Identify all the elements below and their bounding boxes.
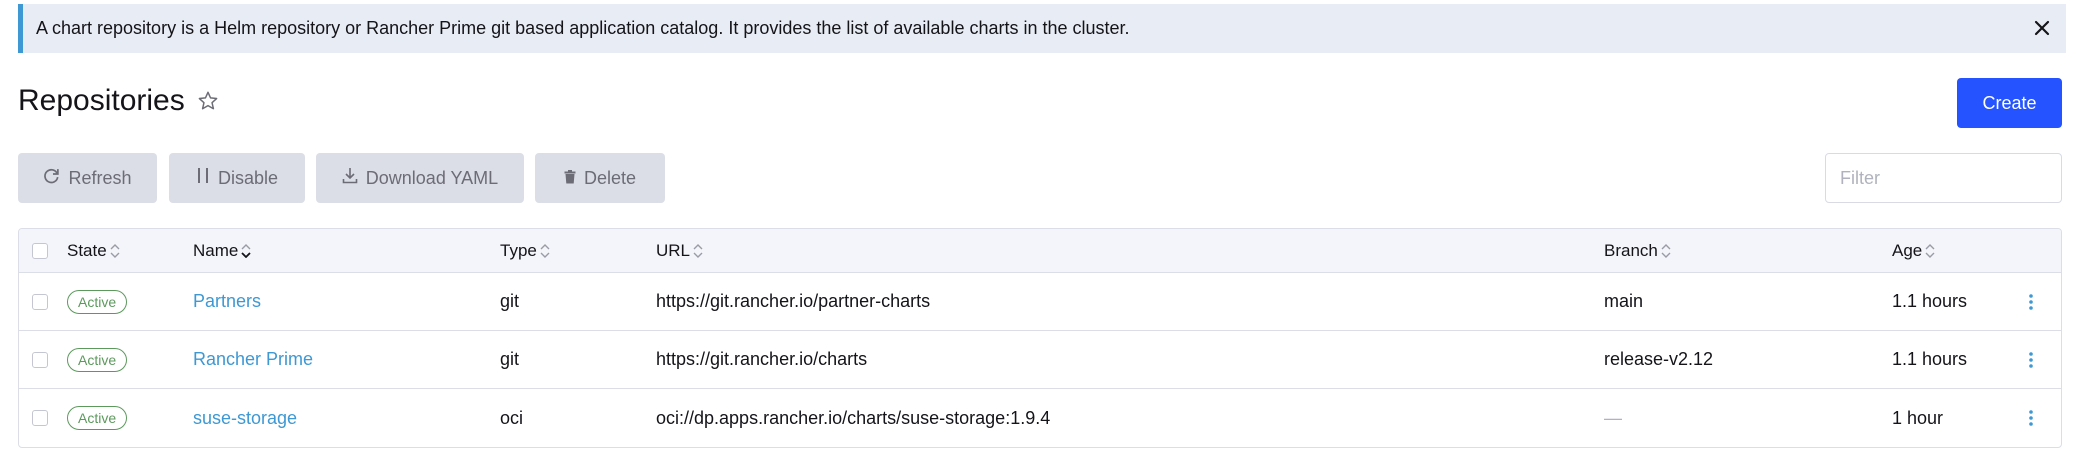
table-row: Active suse-storage oci oci://dp.apps.ra… — [19, 389, 2061, 447]
refresh-icon — [43, 167, 60, 189]
age-cell: 1.1 hours — [1892, 291, 1968, 311]
pause-icon — [196, 167, 210, 189]
column-label-branch: Branch — [1604, 240, 1658, 260]
column-label-age: Age — [1892, 240, 1923, 260]
star-outline-icon[interactable] — [197, 90, 219, 112]
branch-cell: release-v2.12 — [1604, 349, 1714, 369]
trash-icon — [564, 168, 576, 189]
info-banner: A chart repository is a Helm repository … — [18, 4, 2066, 53]
table-header: State Name Type URL Branch Age — [19, 229, 2061, 273]
close-icon[interactable] — [2030, 16, 2054, 40]
select-all-checkbox[interactable] — [32, 242, 48, 259]
url-cell: oci://dp.apps.rancher.io/charts/suse-sto… — [656, 407, 1051, 428]
column-header-name[interactable]: Name — [193, 229, 251, 272]
sort-icon — [540, 243, 550, 258]
column-label-url: URL — [656, 240, 691, 260]
status-badge: Active — [67, 289, 128, 314]
age-cell: 1 hour — [1892, 407, 1944, 428]
status-badge: Active — [67, 347, 128, 372]
repository-name-link[interactable]: suse-storage — [193, 408, 297, 429]
download-yaml-button[interactable]: Download YAML — [316, 153, 524, 203]
age-cell: 1.1 hours — [1892, 349, 1968, 369]
page-header: Repositories — [18, 84, 219, 118]
delete-label: Delete — [583, 167, 637, 188]
kebab-menu-icon[interactable] — [2028, 389, 2034, 447]
kebab-menu-icon[interactable] — [2028, 331, 2034, 388]
type-cell: git — [500, 349, 520, 369]
row-checkbox[interactable] — [32, 293, 48, 310]
url-cell: https://git.rancher.io/charts — [656, 349, 868, 369]
banner-text: A chart repository is a Helm repository … — [36, 18, 1130, 38]
column-label-type: Type — [500, 240, 537, 260]
repository-name-link[interactable]: Rancher Prime — [193, 349, 313, 370]
filter-input[interactable] — [1825, 153, 2062, 203]
row-checkbox[interactable] — [32, 351, 48, 368]
sort-descending-icon — [241, 243, 251, 258]
branch-cell: — — [1604, 407, 1622, 428]
column-label-state: State — [67, 240, 107, 260]
sort-icon — [1661, 243, 1671, 258]
column-header-branch[interactable]: Branch — [1604, 229, 1671, 272]
delete-button[interactable]: Delete — [535, 153, 665, 203]
download-yaml-label: Download YAML — [365, 167, 499, 188]
row-checkbox[interactable] — [32, 410, 48, 426]
disable-label: Disable — [217, 167, 279, 188]
column-label-name: Name — [193, 240, 239, 260]
kebab-menu-icon[interactable] — [2028, 273, 2034, 330]
create-button[interactable]: Create — [1957, 78, 2062, 128]
page-title: Repositories — [18, 84, 185, 117]
repositories-table: State Name Type URL Branch Age Active Pa… — [18, 228, 2062, 448]
table-row: Active Rancher Prime git https://git.ran… — [19, 331, 2061, 389]
sort-icon — [1925, 243, 1935, 258]
column-header-type[interactable]: Type — [500, 229, 550, 272]
sort-icon — [110, 243, 120, 258]
url-cell: https://git.rancher.io/partner-charts — [656, 291, 931, 311]
branch-cell: main — [1604, 291, 1644, 311]
type-cell: oci — [500, 407, 524, 428]
sort-icon — [693, 243, 703, 258]
status-badge: Active — [67, 406, 128, 430]
refresh-label: Refresh — [68, 167, 132, 188]
column-header-state[interactable]: State — [67, 229, 120, 272]
table-row: Active Partners git https://git.rancher.… — [19, 273, 2061, 331]
column-header-age[interactable]: Age — [1892, 229, 1935, 272]
refresh-button[interactable]: Refresh — [18, 153, 157, 203]
column-header-url[interactable]: URL — [656, 229, 703, 272]
disable-button[interactable]: Disable — [169, 153, 305, 203]
repository-name-link[interactable]: Partners — [193, 291, 261, 312]
download-icon — [342, 167, 358, 189]
type-cell: git — [500, 291, 520, 311]
